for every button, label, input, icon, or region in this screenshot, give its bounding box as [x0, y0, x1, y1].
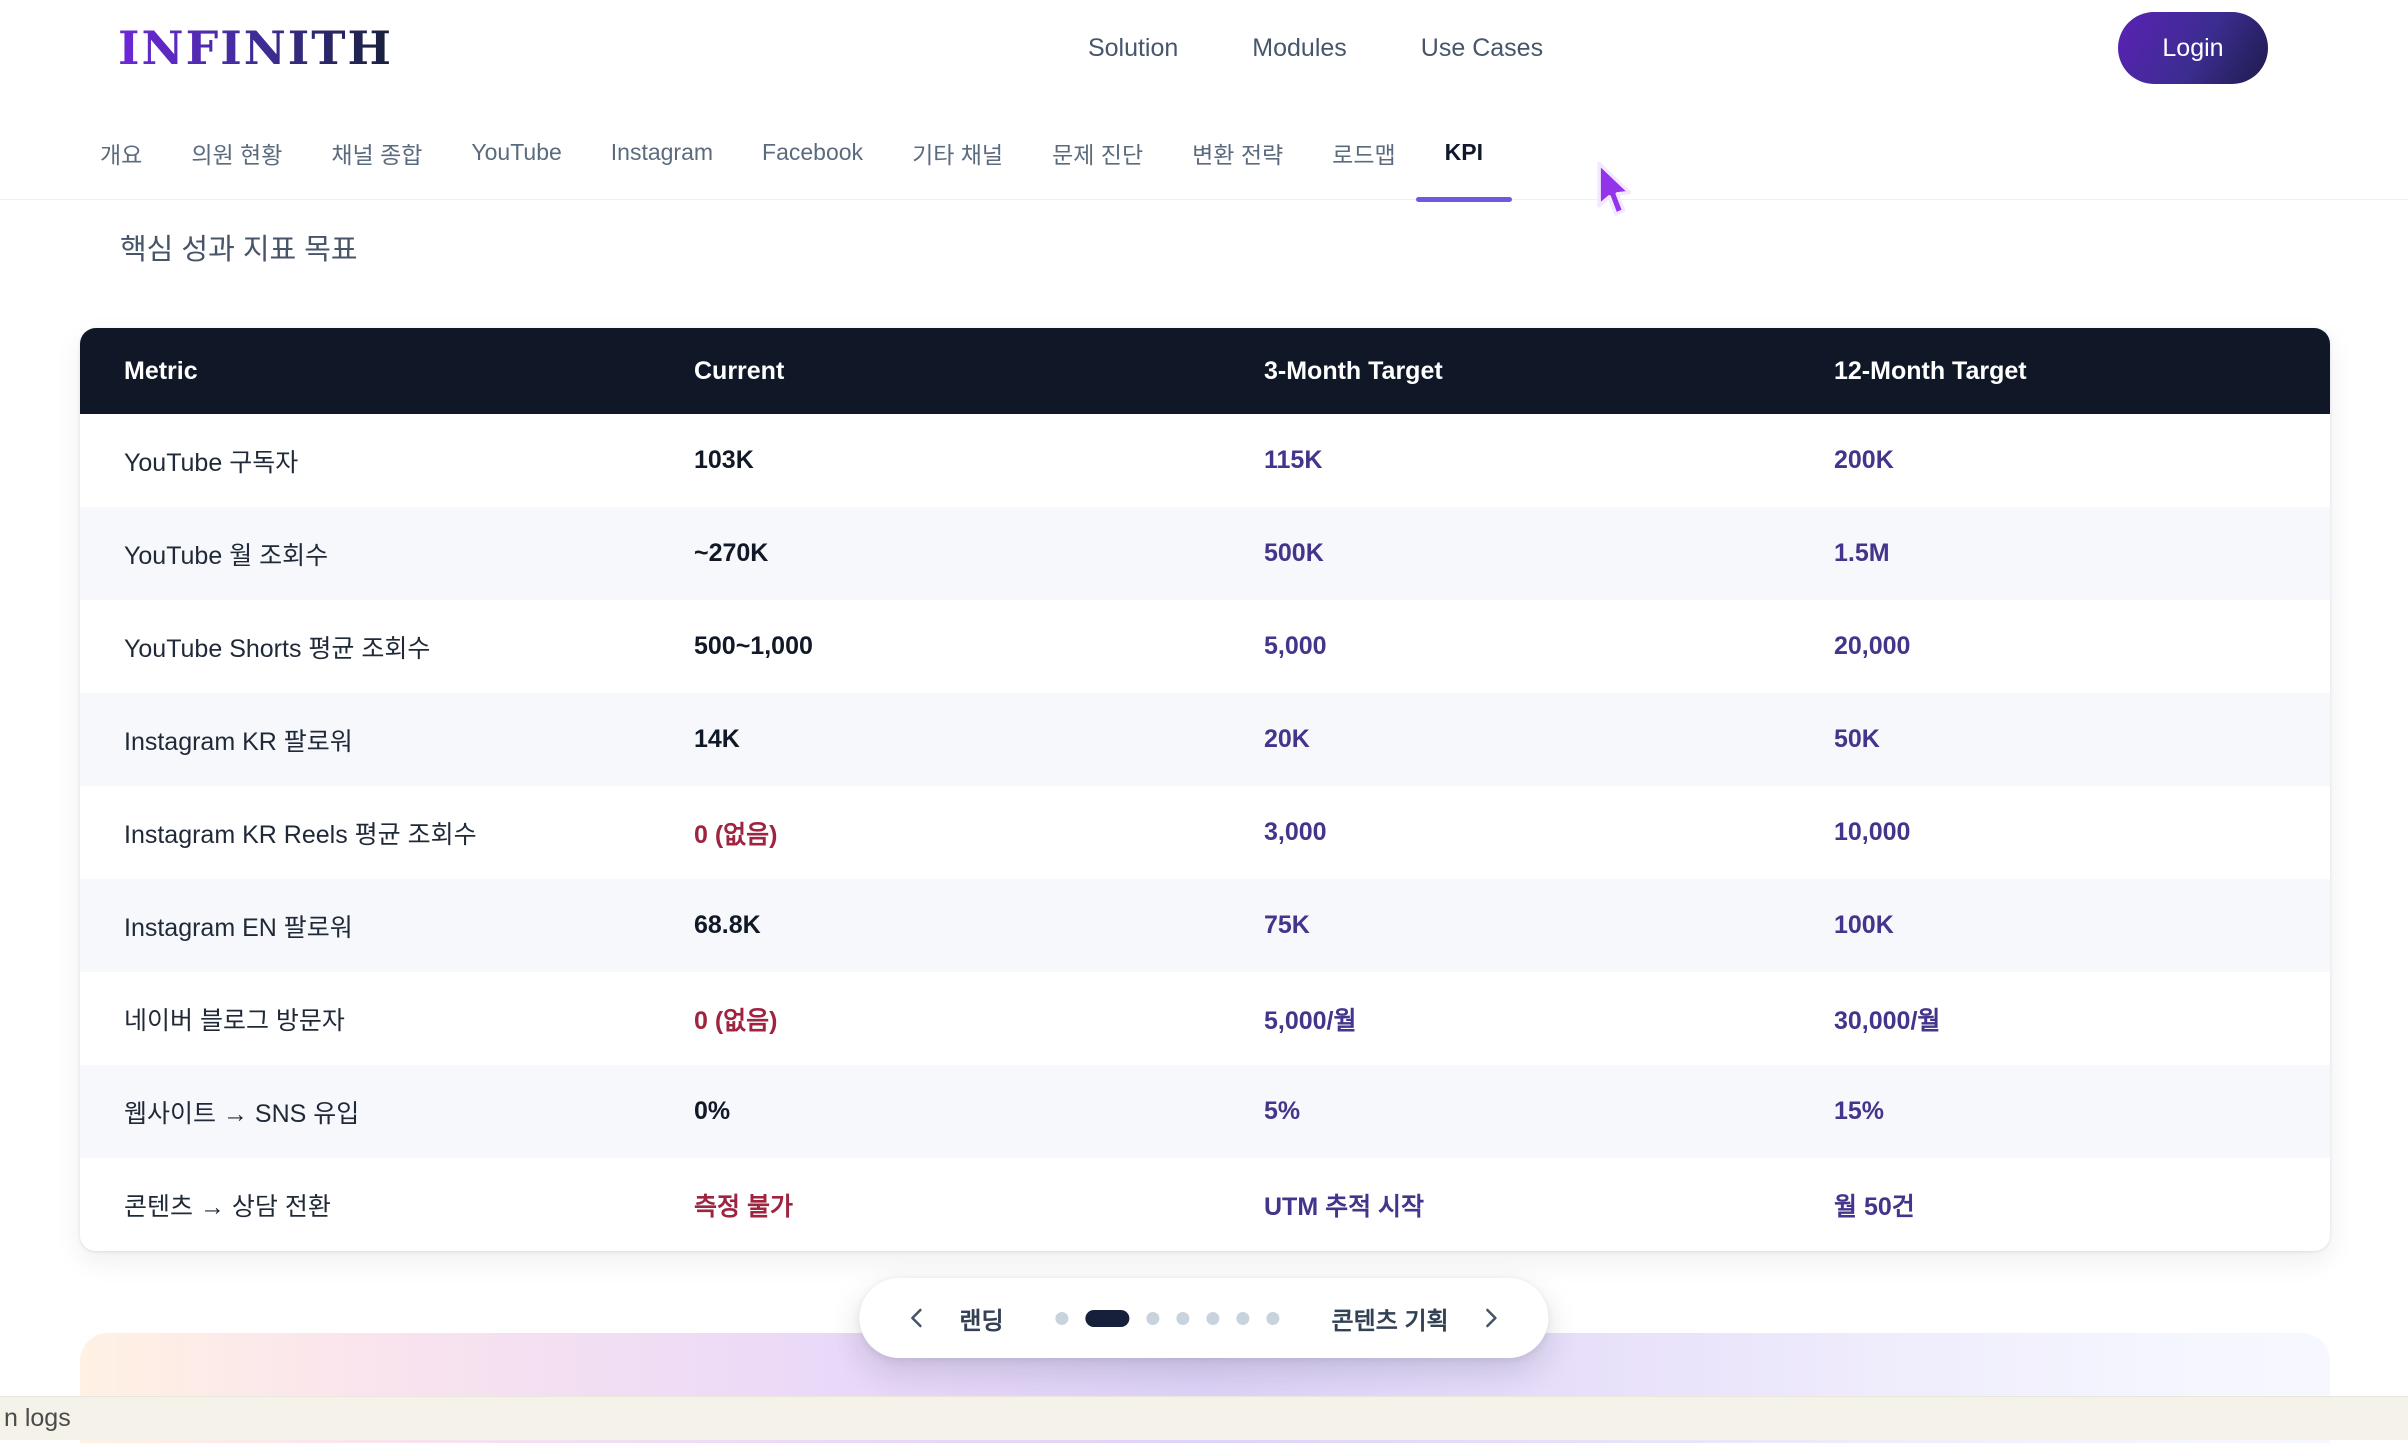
cell-current: ~270K	[650, 539, 1220, 568]
login-button[interactable]: Login	[2118, 12, 2268, 84]
chevron-left-icon[interactable]	[905, 1306, 929, 1330]
cell-current: 0%	[650, 1097, 1220, 1126]
page-title: 핵심 성과 지표 목표	[120, 226, 2408, 268]
cell-target3: 3,000	[1220, 818, 1790, 847]
cell-metric: 콘텐츠 → 상담 전환	[80, 1187, 650, 1223]
cell-current: 0 (없음)	[650, 1001, 1220, 1037]
main-nav: Solution Modules Use Cases	[1088, 34, 1543, 63]
cell-metric: 웹사이트 → SNS 유입	[80, 1094, 650, 1130]
tab-other-channels[interactable]: 기타 채널	[912, 106, 1003, 199]
col-header-target3: 3-Month Target	[1220, 357, 1790, 386]
table-row: YouTube 월 조회수 ~270K 500K 1.5M	[80, 507, 2330, 600]
col-header-target12: 12-Month Target	[1790, 357, 2330, 386]
nav-item-use-cases[interactable]: Use Cases	[1421, 34, 1543, 63]
col-header-current: Current	[650, 357, 1220, 386]
pager-dot[interactable]	[1267, 1312, 1280, 1325]
pager-dots	[1056, 1310, 1280, 1327]
tab-overview[interactable]: 개요	[100, 106, 142, 199]
cell-target3: 5,000	[1220, 632, 1790, 661]
site-header: INFINITH Solution Modules Use Cases Logi…	[0, 0, 2408, 96]
tab-member-status[interactable]: 의원 현황	[191, 106, 282, 199]
cell-metric: 네이버 블로그 방문자	[80, 1001, 650, 1037]
cell-target3: 5,000/월	[1220, 1001, 1790, 1037]
next-slide-label[interactable]: 콘텐츠 기획	[1332, 1301, 1449, 1336]
tab-youtube[interactable]: YouTube	[471, 106, 561, 199]
cell-metric: YouTube 구독자	[80, 443, 650, 479]
col-header-metric: Metric	[80, 357, 650, 386]
pager-dot[interactable]	[1237, 1312, 1250, 1325]
cell-metric: Instagram KR Reels 평균 조회수	[80, 815, 650, 851]
table-row: Instagram KR 팔로워 14K 20K 50K	[80, 693, 2330, 786]
tab-conversion-strategy[interactable]: 변환 전략	[1192, 106, 1283, 199]
cell-current: 500~1,000	[650, 632, 1220, 661]
cell-target3: UTM 추적 시작	[1220, 1187, 1790, 1223]
pager-dot[interactable]	[1056, 1312, 1069, 1325]
cell-target3: 20K	[1220, 725, 1790, 754]
cell-target12: 30,000/월	[1790, 1001, 2330, 1037]
cell-target12: 100K	[1790, 911, 2330, 940]
cell-metric: Instagram EN 팔로워	[80, 908, 650, 944]
cell-current: 측정 불가	[650, 1187, 1220, 1223]
cell-target3: 75K	[1220, 911, 1790, 940]
table-body: YouTube 구독자 103K 115K 200K YouTube 월 조회수…	[80, 414, 2330, 1251]
cell-target12: 10,000	[1790, 818, 2330, 847]
nav-item-solution[interactable]: Solution	[1088, 34, 1178, 63]
pager-dot[interactable]	[1147, 1312, 1160, 1325]
table-row: 네이버 블로그 방문자 0 (없음) 5,000/월 30,000/월	[80, 972, 2330, 1065]
nav-item-modules[interactable]: Modules	[1252, 34, 1347, 63]
cell-current: 68.8K	[650, 911, 1220, 940]
cell-current: 14K	[650, 725, 1220, 754]
cell-target12: 200K	[1790, 446, 2330, 475]
cell-target12: 15%	[1790, 1097, 2330, 1126]
cell-current: 103K	[650, 446, 1220, 475]
cell-metric: Instagram KR 팔로워	[80, 722, 650, 758]
status-text: n logs	[4, 1404, 71, 1433]
table-row: YouTube 구독자 103K 115K 200K	[80, 414, 2330, 507]
tab-problem-diagnosis[interactable]: 문제 진단	[1052, 106, 1143, 199]
cell-target12: 50K	[1790, 725, 2330, 754]
table-row: Instagram EN 팔로워 68.8K 75K 100K	[80, 879, 2330, 972]
tab-roadmap[interactable]: 로드맵	[1332, 106, 1395, 199]
table-row: Instagram KR Reels 평균 조회수 0 (없음) 3,000 1…	[80, 786, 2330, 879]
table-row: 웹사이트 → SNS 유입 0% 5% 15%	[80, 1065, 2330, 1158]
page-tabbar: 개요 의원 현황 채널 종합 YouTube Instagram Faceboo…	[0, 96, 2408, 200]
tab-facebook[interactable]: Facebook	[762, 106, 863, 199]
tab-instagram[interactable]: Instagram	[611, 106, 713, 199]
table-row: 콘텐츠 → 상담 전환 측정 불가 UTM 추적 시작 월 50건	[80, 1158, 2330, 1251]
table-header-row: Metric Current 3-Month Target 12-Month T…	[80, 328, 2330, 414]
table-row: YouTube Shorts 평균 조회수 500~1,000 5,000 20…	[80, 600, 2330, 693]
pager-dot-active[interactable]	[1086, 1310, 1130, 1327]
chevron-right-icon[interactable]	[1479, 1306, 1503, 1330]
logo: INFINITH	[118, 21, 393, 75]
bottom-status-bar: n logs	[0, 1396, 2408, 1440]
cell-metric: YouTube Shorts 평균 조회수	[80, 629, 650, 665]
tab-kpi[interactable]: KPI	[1445, 106, 1483, 199]
cell-metric: YouTube 월 조회수	[80, 536, 650, 572]
cell-current: 0 (없음)	[650, 815, 1220, 851]
cell-target3: 5%	[1220, 1097, 1790, 1126]
cell-target12: 월 50건	[1790, 1187, 2330, 1223]
tab-channel-summary[interactable]: 채널 종합	[331, 106, 422, 199]
kpi-table: Metric Current 3-Month Target 12-Month T…	[80, 328, 2330, 1251]
slide-pager: 랜딩 콘텐츠 기획	[859, 1278, 1548, 1358]
pager-dot[interactable]	[1177, 1312, 1190, 1325]
cell-target12: 1.5M	[1790, 539, 2330, 568]
pager-dot[interactable]	[1207, 1312, 1220, 1325]
cell-target3: 500K	[1220, 539, 1790, 568]
cell-target3: 115K	[1220, 446, 1790, 475]
prev-slide-label[interactable]: 랜딩	[959, 1301, 1003, 1336]
cell-target12: 20,000	[1790, 632, 2330, 661]
